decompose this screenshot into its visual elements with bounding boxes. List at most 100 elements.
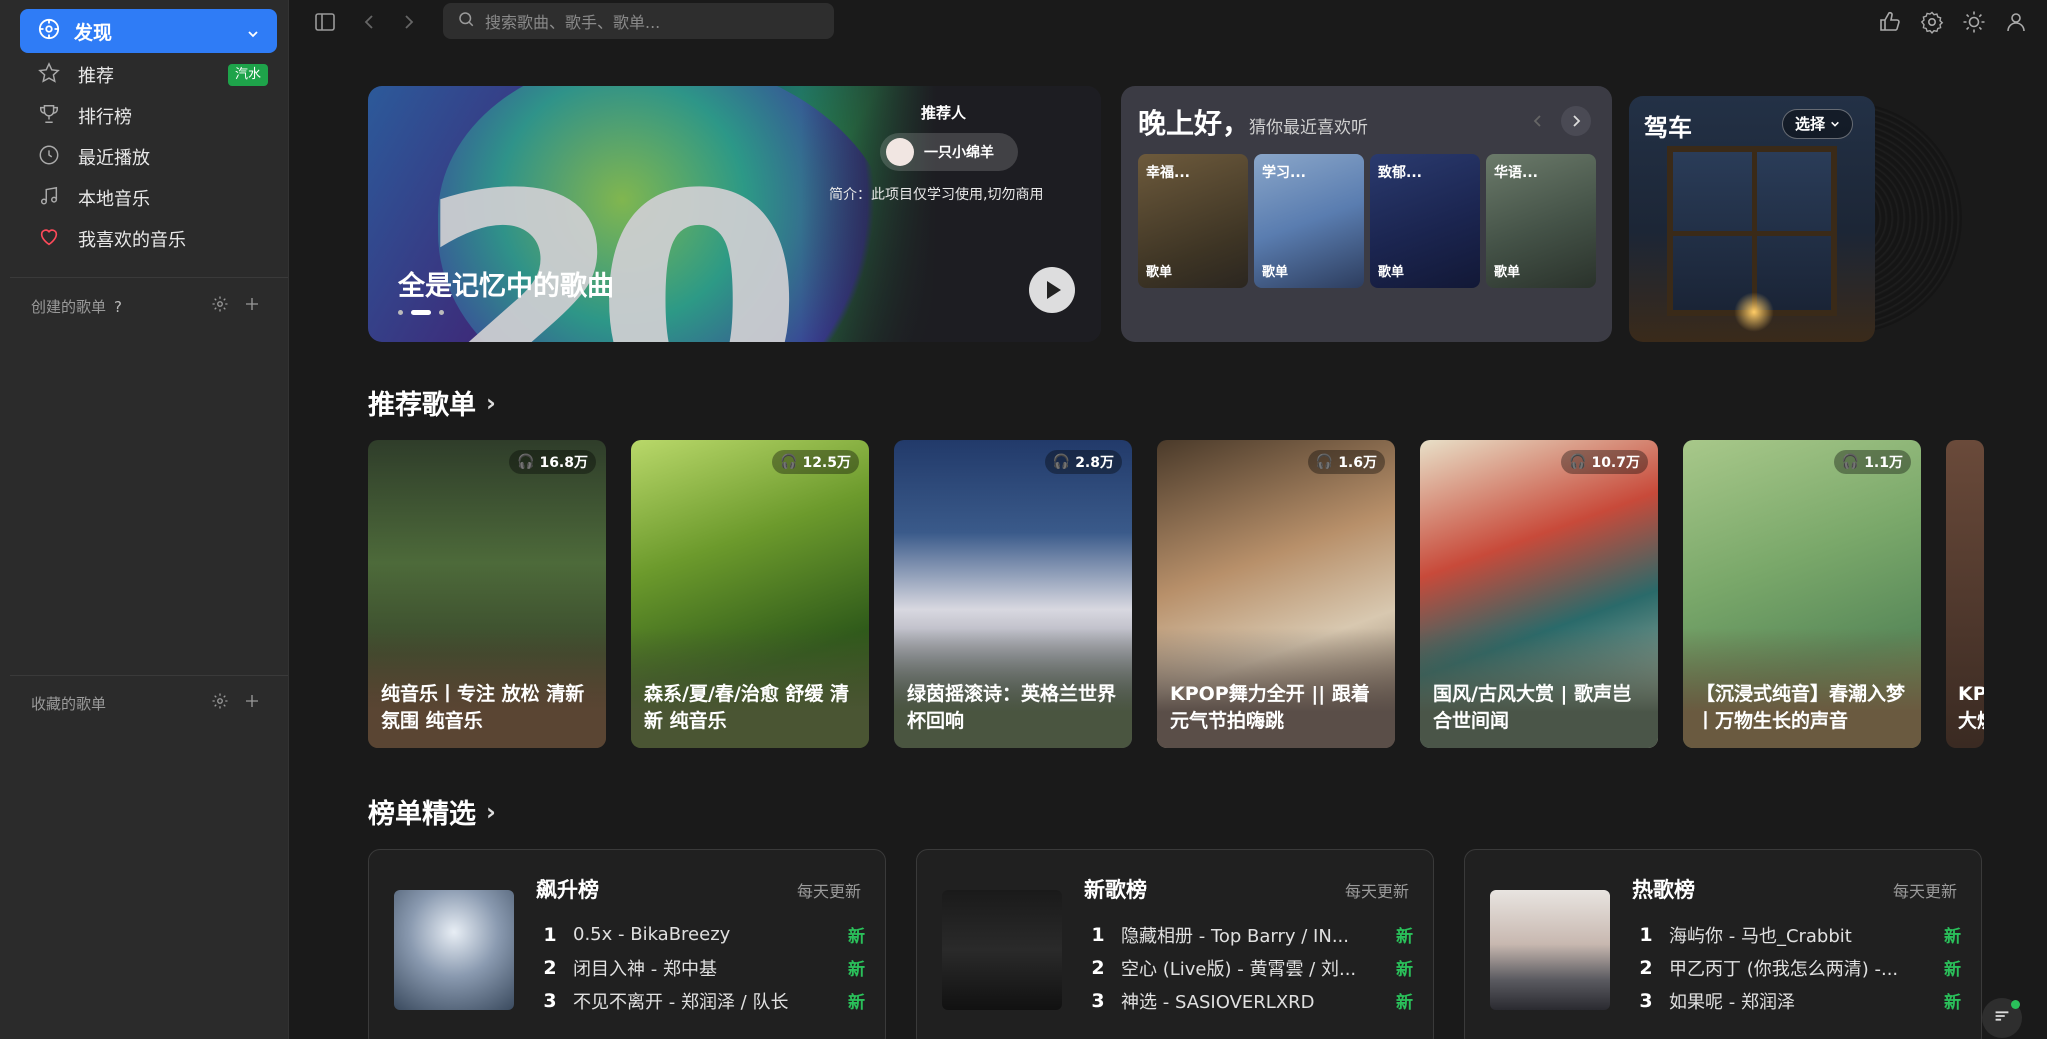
chart-song-row[interactable]: 2 空心 (Live版) - 黄霄雲 / 刘... 新	[1087, 951, 1413, 984]
sidebar-item-liked[interactable]: 我喜欢的音乐	[38, 221, 268, 257]
playlist-card[interactable]: KPOP大燃	[1946, 440, 1984, 748]
forward-icon[interactable]	[397, 10, 421, 34]
rank: 1	[1091, 923, 1105, 946]
pagination-dot-active[interactable]	[411, 310, 431, 315]
user-icon[interactable]	[2004, 10, 2028, 34]
playlist-card[interactable]: 🎧 16.8万 纯音乐丨专注 放松 清新氛围 纯音乐	[368, 440, 606, 748]
back-icon[interactable]	[357, 10, 381, 34]
drive-mode-card[interactable]: 驾车 选择	[1629, 96, 1875, 342]
play-count: 🎧 1.6万	[1307, 450, 1385, 474]
playlist-card[interactable]: 🎧 1.6万 KPOP舞力全开 || 跟着元气节拍嗨跳	[1157, 440, 1395, 748]
heart-icon	[38, 226, 60, 252]
section-title: 榜单精选	[368, 799, 476, 830]
song-title: 不见不离开 - 郑润泽 / 队长	[573, 991, 789, 1013]
chart-song-row[interactable]: 3 不见不离开 - 郑润泽 / 队长 新	[539, 984, 865, 1017]
chart-song-row[interactable]: 1 0.5x - BikaBreezy 新	[539, 918, 865, 951]
thumbs-up-icon[interactable]	[1878, 10, 1902, 34]
tile-type: 歌单	[1494, 265, 1521, 280]
playlist-card[interactable]: 🎧 10.7万 国风/古风大赏 | 歌声岂合世间闻	[1420, 440, 1658, 748]
chart-song-row[interactable]: 2 甲乙丙丁 (你我怎么两清) -... 新	[1635, 951, 1961, 984]
new-badge: 新	[1396, 993, 1413, 1013]
sidebar-toggle-icon[interactable]	[313, 10, 337, 34]
add-icon[interactable]	[243, 295, 261, 317]
headphones-icon: 🎧	[517, 454, 535, 470]
new-badge: 新	[1396, 927, 1413, 947]
gear-icon[interactable]	[211, 692, 229, 714]
sidebar-item-recommend[interactable]: 推荐 汽水	[38, 57, 268, 93]
app-window: 发现 推荐 汽水 排行榜 最近播放 本地音乐 我喜欢的音乐 创建的歌单 ? 收藏…	[0, 0, 2047, 1039]
next-arrow-icon[interactable]	[1561, 106, 1591, 136]
daily-tile[interactable]: 华语... 歌单	[1486, 154, 1596, 288]
search-icon	[457, 10, 475, 32]
chart-card[interactable]: 新歌榜 每天更新 1 隐藏相册 - Top Barry / IN... 新 2 空心 …	[916, 849, 1434, 1039]
recommend-heading[interactable]: 推荐歌单 ›	[368, 383, 496, 422]
window-artwork	[1667, 146, 1837, 316]
charts-heading[interactable]: 榜单精选 ›	[368, 792, 496, 831]
daily-tile[interactable]: 学习... 歌单	[1254, 154, 1364, 288]
chart-song-row[interactable]: 1 隐藏相册 - Top Barry / IN... 新	[1087, 918, 1413, 951]
drive-select-button[interactable]: 选择	[1782, 109, 1854, 139]
new-badge: 新	[1396, 960, 1413, 980]
banner-play-button[interactable]	[1029, 267, 1075, 313]
chart-cover	[942, 890, 1062, 1010]
recommender-chip[interactable]: 一只小绵羊	[880, 133, 1018, 171]
song-title: 如果呢 - 郑润泽	[1669, 991, 1795, 1013]
pagination-dot[interactable]	[439, 310, 444, 315]
chart-song-row[interactable]: 3 如果呢 - 郑润泽 新	[1635, 984, 1961, 1017]
section-title: 收藏的歌单	[31, 694, 107, 713]
song-title: 甲乙丙丁 (你我怎么两清) -...	[1669, 958, 1899, 980]
headphones-icon: 🎧	[1569, 454, 1587, 470]
headphones-icon: 🎧	[1841, 454, 1860, 470]
banner-title: 全是记忆中的歌曲	[398, 271, 614, 302]
chart-song-list: 1 海屿你 - 马也_Crabbit 新 2 甲乙丙丁 (你我怎么两清) -... 新 …	[1635, 918, 1961, 1017]
sidebar-item-recent[interactable]: 最近播放	[38, 139, 268, 175]
queue-icon	[1991, 1005, 2013, 1031]
headphones-icon: 🎧	[780, 454, 798, 470]
gear-icon[interactable]	[211, 295, 229, 317]
lamp-glow	[1734, 292, 1774, 332]
rank: 1	[543, 923, 557, 946]
music-note-icon	[38, 185, 60, 211]
sidebar-item-label: 排行榜	[78, 107, 132, 128]
playlist-card[interactable]: 🎧 12.5万 森系/夏/春/治愈 舒缓 清新 纯音乐	[631, 440, 869, 748]
pagination-dot[interactable]	[398, 310, 403, 315]
headphones-icon: 🎧	[1315, 454, 1334, 470]
playlist-queue-button[interactable]	[1982, 998, 2022, 1038]
prev-arrow-icon[interactable]	[1523, 106, 1553, 136]
banner-pagination[interactable]	[398, 310, 444, 315]
playlist-name: 森系/夏/春/治愈 舒缓 清新 纯音乐	[644, 683, 850, 732]
chart-card[interactable]: 热歌榜 每天更新 1 海屿你 - 马也_Crabbit 新 2 甲乙丙丁 (你我怎么两…	[1464, 849, 1982, 1039]
chart-cover	[394, 890, 514, 1010]
daily-tile[interactable]: 致郁... 歌单	[1370, 154, 1480, 288]
search-input[interactable]: 搜索歌曲、歌手、歌单...	[443, 3, 834, 39]
chart-song-row[interactable]: 1 海屿你 - 马也_Crabbit 新	[1635, 918, 1961, 951]
chart-update: 每天更新	[796, 882, 861, 901]
help-icon[interactable]: ?	[114, 298, 122, 316]
sidebar-item-discover[interactable]: 发现	[20, 9, 277, 53]
tile-type: 歌单	[1262, 265, 1289, 280]
daily-tile[interactable]: 幸福... 歌单	[1138, 154, 1248, 288]
sidebar-item-label: 本地音乐	[78, 189, 150, 210]
play-count: 🎧 2.8万	[1044, 450, 1122, 474]
sun-icon[interactable]	[1962, 10, 1986, 34]
sidebar-item-label: 推荐	[78, 66, 114, 87]
chevron-down-icon[interactable]	[247, 25, 259, 38]
settings-icon[interactable]	[1920, 10, 1944, 34]
chart-song-row[interactable]: 3 神选 - SASIOVERLXRD 新	[1087, 984, 1413, 1017]
clock-icon	[38, 144, 60, 170]
sidebar-item-local[interactable]: 本地音乐	[38, 180, 268, 216]
rank: 3	[1639, 989, 1653, 1012]
playlist-card[interactable]: 🎧 1.1万 【沉浸式纯音】春潮入梦丨万物生长的声音	[1683, 440, 1921, 748]
featured-banner[interactable]: 20 全是记忆中的歌曲 推荐人 一只小绵羊 简介：此项目仅学习使用,切勿商用	[368, 86, 1101, 342]
sidebar: 发现 推荐 汽水 排行榜 最近播放 本地音乐 我喜欢的音乐 创建的歌单 ? 收藏…	[0, 0, 289, 1039]
playlist-card[interactable]: 🎧 2.8万 绿茵摇滚诗：英格兰世界杯回响	[894, 440, 1132, 748]
greeting-title: 晚上好，	[1138, 107, 1251, 140]
add-icon[interactable]	[243, 692, 261, 714]
sidebar-item-charts[interactable]: 排行榜	[38, 98, 268, 134]
play-count: 🎧 10.7万	[1561, 450, 1648, 474]
chart-card[interactable]: 飙升榜 每天更新 1 0.5x - BikaBreezy 新 2 闭目入神 - 郑中基…	[368, 849, 886, 1039]
new-badge: 新	[1944, 927, 1961, 947]
chart-song-row[interactable]: 2 闭目入神 - 郑中基 新	[539, 951, 865, 984]
chevron-right-icon: ›	[486, 797, 496, 826]
play-count: 🎧 12.5万	[772, 450, 859, 474]
